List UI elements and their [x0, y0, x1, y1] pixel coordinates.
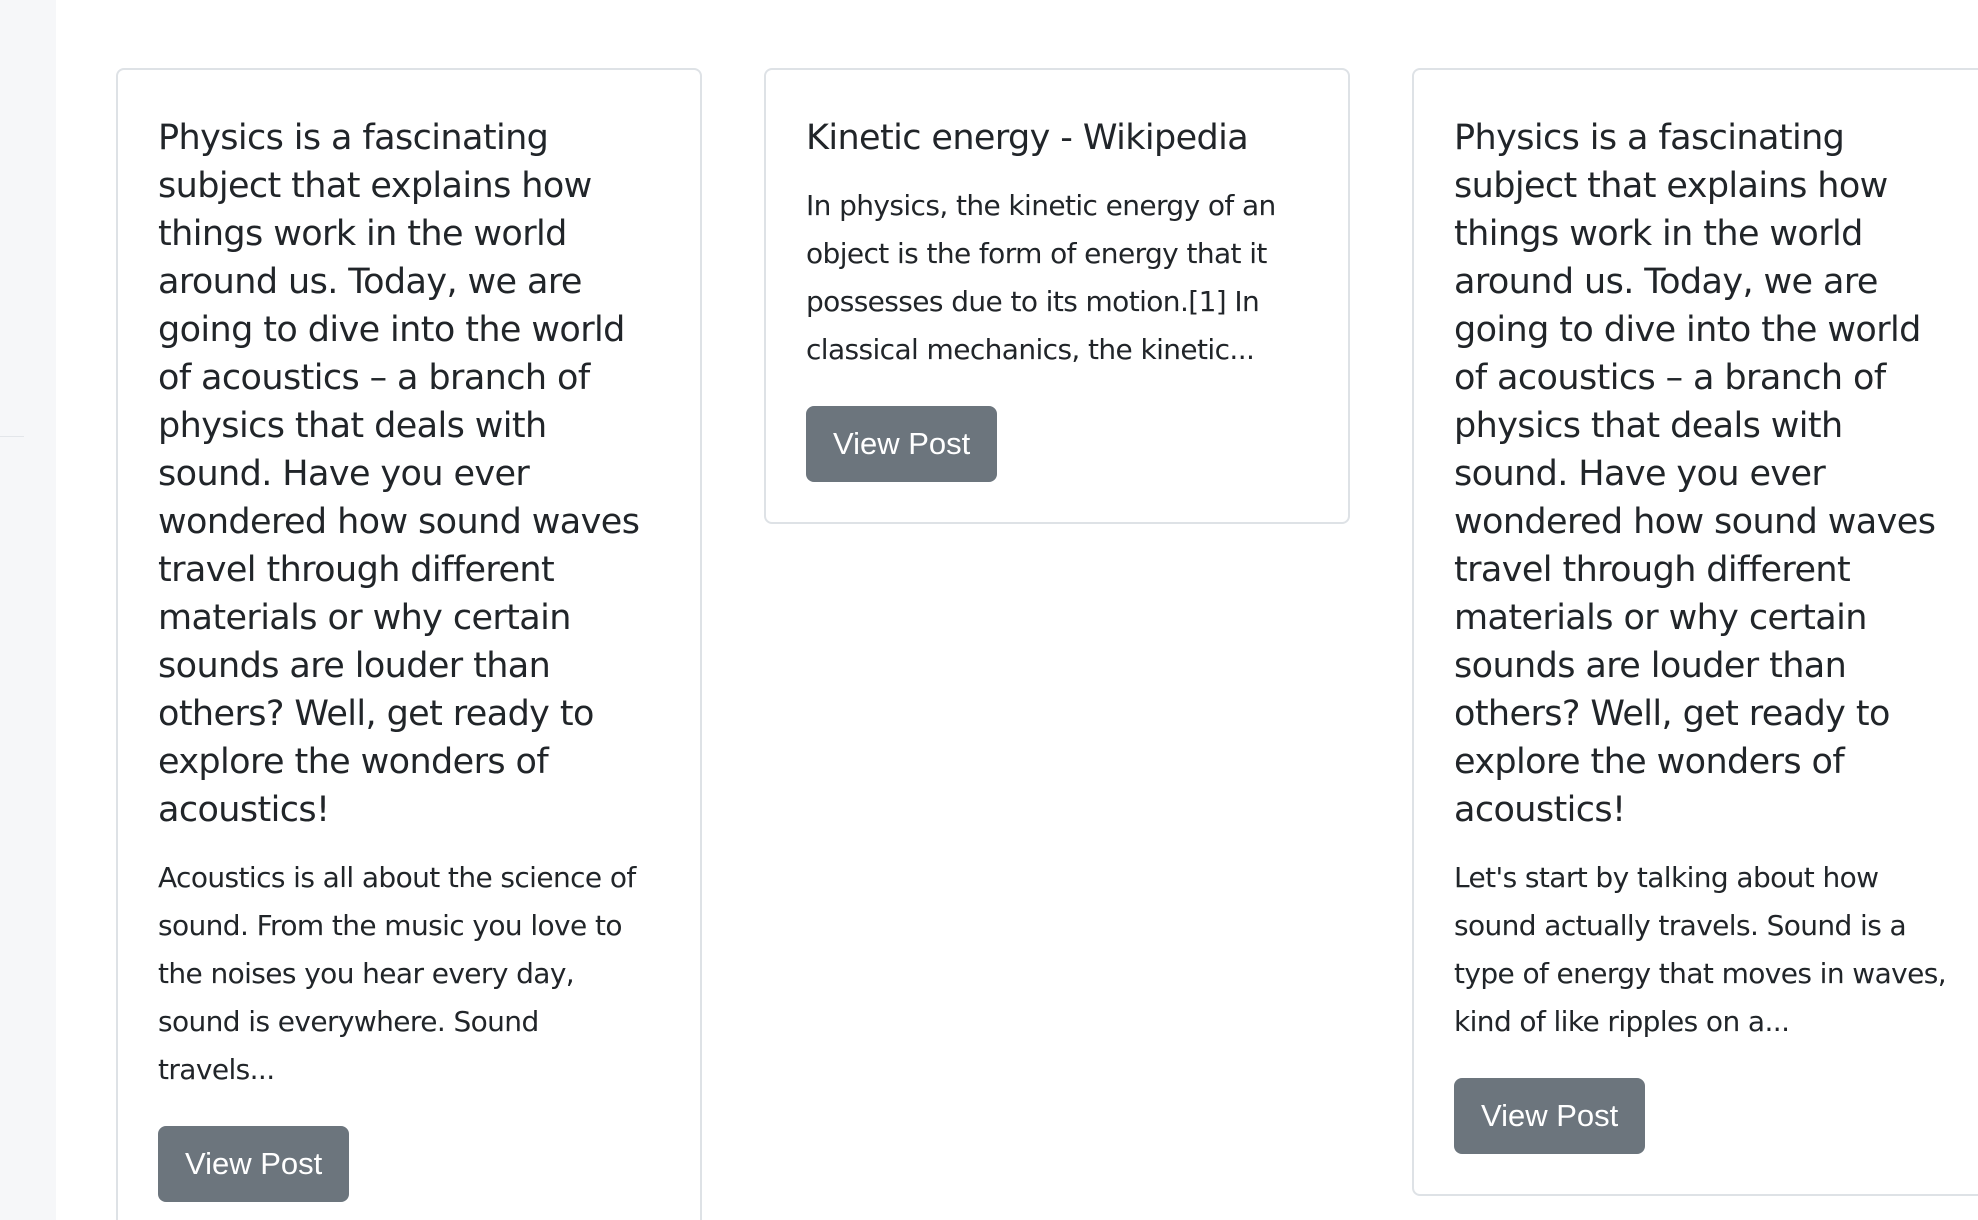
view-post-button[interactable]: View Post	[806, 406, 998, 482]
post-card-title: Kinetic energy - Wikipedia	[806, 118, 1249, 158]
post-card-title: Physics is a fascinating subject that ex…	[158, 118, 640, 830]
left-sidebar-edge	[0, 0, 56, 1220]
post-card: Physics is a fascinating subject that ex…	[1412, 68, 1978, 1196]
page: Physics is a fascinating subject that ex…	[0, 0, 1978, 1220]
sidebar-divider	[0, 436, 24, 437]
post-card-title: Physics is a fascinating subject that ex…	[1454, 118, 1936, 830]
post-card-excerpt: Acoustics is all about the science of so…	[158, 861, 636, 1086]
post-card-excerpt: Let's start by talking about how sound a…	[1454, 861, 1947, 1038]
view-post-button[interactable]: View Post	[1454, 1078, 1646, 1154]
post-card-excerpt: In physics, the kinetic energy of an obj…	[806, 189, 1276, 366]
post-card: Kinetic energy - Wikipedia In physics, t…	[764, 68, 1350, 524]
post-card: Physics is a fascinating subject that ex…	[116, 68, 702, 1220]
post-card-grid: Physics is a fascinating subject that ex…	[116, 68, 1978, 1220]
view-post-button[interactable]: View Post	[158, 1126, 350, 1202]
